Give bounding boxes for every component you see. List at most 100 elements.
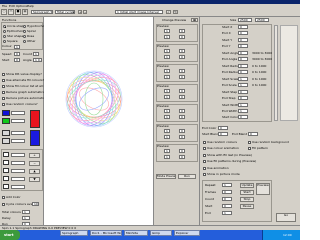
- open-button[interactable]: ▭: [8, 9, 14, 15]
- pause-button[interactable]: Pause: [240, 204, 254, 209]
- colour-list-swatch-2[interactable]: [3, 160, 9, 165]
- param-5-c[interactable]: 1: [164, 115, 170, 119]
- save-button[interactable]: ■: [15, 9, 21, 15]
- radio-square[interactable]: [3, 40, 6, 43]
- cycle-field[interactable]: 10: [32, 202, 39, 206]
- checkbox-fill-list[interactable]: [2, 85, 5, 88]
- colour-field-2[interactable]: [11, 119, 25, 123]
- param-6-c[interactable]: 1: [164, 135, 170, 139]
- go-button[interactable]: Go: [276, 213, 296, 222]
- param-7-d[interactable]: 0: [179, 155, 185, 159]
- param-2-c[interactable]: 1: [164, 55, 170, 59]
- count-field[interactable]: 1: [33, 52, 39, 56]
- checkbox-cycle[interactable]: [2, 203, 5, 206]
- radio-epitrochoid[interactable]: [3, 30, 6, 33]
- checkbox-add-colour[interactable]: [2, 196, 5, 199]
- start-button[interactable]: start: [0, 230, 20, 240]
- param-3-c[interactable]: 1: [164, 75, 170, 79]
- preview-button[interactable]: Preview: [256, 183, 270, 195]
- start-r-field[interactable]: 0: [222, 204, 232, 208]
- param-2-d[interactable]: 0: [179, 55, 185, 59]
- end-step-field[interactable]: 0: [238, 96, 248, 100]
- param-2-a[interactable]: 1: [164, 49, 170, 53]
- radio-circle[interactable]: [3, 25, 6, 28]
- param-6-b[interactable]: 0: [179, 129, 185, 133]
- zoom-out-button[interactable]: −: [83, 10, 87, 14]
- checkbox-random-colours[interactable]: [2, 103, 5, 106]
- colour-field-4[interactable]: [11, 139, 25, 143]
- size-width-field[interactable]: 2500: [238, 18, 252, 22]
- param-4-d[interactable]: 0: [179, 95, 185, 99]
- param-5-d[interactable]: 0: [179, 115, 185, 119]
- param-2-b[interactable]: 0: [179, 49, 185, 53]
- checkbox-reduce-picture[interactable]: [2, 97, 5, 100]
- start-field[interactable]: 0: [14, 58, 20, 62]
- angle-field[interactable]: 1 0.1: [33, 58, 42, 62]
- param-7-b[interactable]: 0: [179, 149, 185, 153]
- start-blend-field[interactable]: 0: [218, 132, 228, 136]
- taskbar-item-spirograph[interactable]: Spirograph: [60, 230, 88, 236]
- count-r-field[interactable]: 0: [222, 197, 232, 201]
- radio-rose[interactable]: [23, 35, 26, 38]
- checkbox-show-fill-last[interactable]: [203, 154, 206, 157]
- colour-field-3[interactable]: [11, 131, 25, 135]
- colour-swatch-blue-2[interactable]: [30, 130, 40, 146]
- colour-down-button[interactable]: ▼: [29, 177, 40, 182]
- param-4-a[interactable]: 1: [164, 89, 170, 93]
- checkbox-fill-pattern[interactable]: [248, 147, 251, 150]
- print-button[interactable]: ▤: [22, 9, 28, 15]
- taskbar-item-explorer[interactable]: Explorer: [174, 230, 200, 236]
- colour-swatch-grey-2[interactable]: [2, 138, 10, 144]
- delay-field[interactable]: 1: [22, 216, 30, 220]
- colour-up-button[interactable]: ▲: [29, 169, 40, 174]
- checkbox-use-animation[interactable]: [203, 167, 206, 170]
- checkbox-random-bg[interactable]: [248, 141, 251, 144]
- checkbox-fill-patterns-during[interactable]: [203, 160, 206, 163]
- start-step-field[interactable]: 0: [238, 90, 248, 94]
- param-5-a[interactable]: 1: [164, 109, 170, 113]
- param-1-c[interactable]: 1: [164, 35, 170, 39]
- param-7-a[interactable]: 1: [164, 149, 170, 153]
- end-radius-field[interactable]: 0: [238, 70, 248, 74]
- start-scale-field[interactable]: 1: [238, 77, 248, 81]
- taskbar-item-minisite[interactable]: MiniSite: [124, 230, 148, 236]
- checkbox-alt-fill[interactable]: [2, 79, 5, 82]
- checkbox-picture-mode[interactable]: [203, 173, 206, 176]
- param-3-b[interactable]: 0: [179, 69, 185, 73]
- apply-button[interactable]: ✓: [166, 10, 171, 14]
- end-angle-field[interactable]: 0: [238, 57, 248, 61]
- radio-other[interactable]: [23, 40, 26, 43]
- repeat-field[interactable]: 1: [222, 183, 232, 187]
- param-6-d[interactable]: 0: [179, 135, 185, 139]
- param-1-a[interactable]: 1: [164, 29, 170, 33]
- checkbox-colour-animation[interactable]: [203, 147, 206, 150]
- checkbox-random-colours-r[interactable]: [203, 141, 206, 144]
- start-button[interactable]: Start: [240, 190, 254, 195]
- colour-list-field-3[interactable]: [11, 168, 25, 173]
- param-3-a[interactable]: 1: [164, 69, 170, 73]
- speed-field[interactable]: 0: [14, 52, 20, 56]
- colour-remove-button[interactable]: −: [29, 161, 40, 166]
- colour-list-field-1[interactable]: [11, 152, 25, 157]
- start-radius-field[interactable]: 0: [238, 64, 248, 68]
- colour-list-swatch-5[interactable]: [3, 184, 9, 189]
- colour-swatch-red[interactable]: [30, 110, 40, 128]
- taskbar-item-word[interactable]: Doc1 - Microsoft Word: [90, 230, 122, 236]
- end-scale-field[interactable]: 1: [238, 83, 248, 87]
- param-4-c[interactable]: 1: [164, 95, 170, 99]
- param-5-b[interactable]: 0: [179, 109, 185, 113]
- update-button[interactable]: Update: [240, 183, 254, 188]
- run-button[interactable]: Run: [178, 174, 196, 179]
- start-x-field[interactable]: 0: [238, 25, 248, 29]
- param-1-b[interactable]: 0: [179, 29, 185, 33]
- colour-field[interactable]: 1: [14, 44, 20, 49]
- mode-select[interactable]: Spirograph: [31, 10, 53, 14]
- colour-swatch-grey-1[interactable]: [2, 130, 10, 136]
- checkbox-show-dr[interactable]: [2, 73, 5, 76]
- colour-list-field-5[interactable]: [11, 184, 25, 189]
- end-x-field[interactable]: 0: [238, 31, 248, 35]
- refresh-button[interactable]: ↻: [173, 10, 178, 14]
- taskbar-item-gimp[interactable]: Gimp: [150, 230, 172, 236]
- cycles-select[interactable]: Total cycles: [55, 10, 75, 14]
- end-color-field[interactable]: 0: [218, 126, 228, 130]
